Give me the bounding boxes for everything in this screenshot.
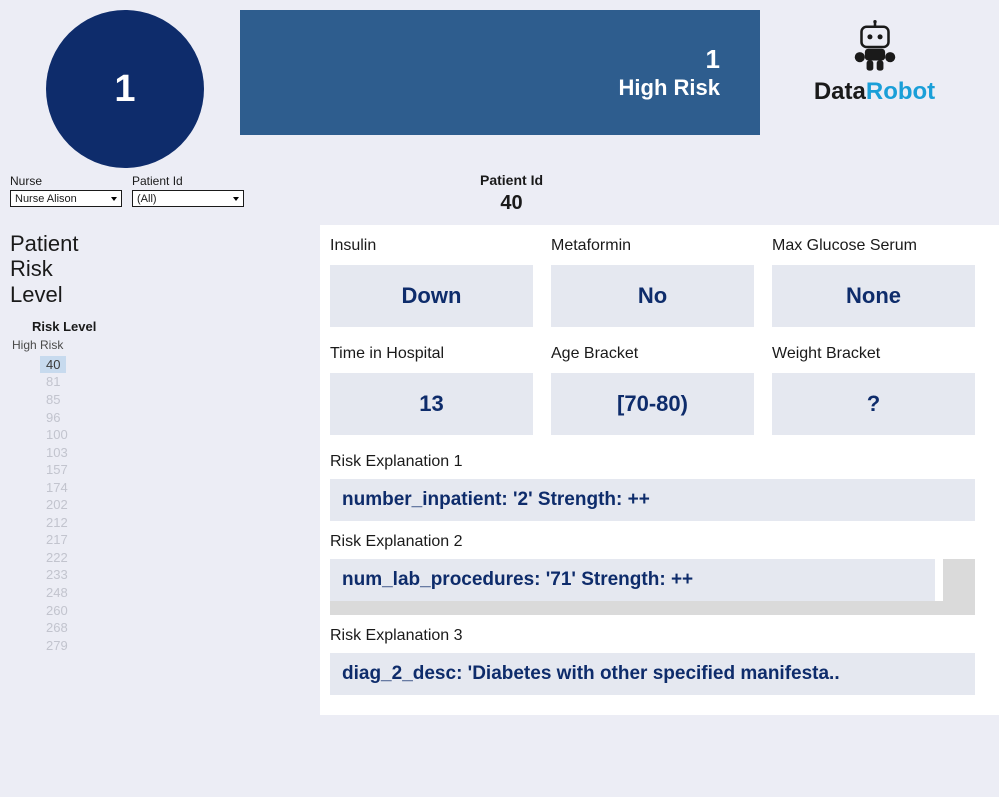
patient-id-item[interactable]: 40: [40, 356, 66, 374]
scrollbar-horizontal[interactable]: [330, 601, 975, 615]
chevron-down-icon: [111, 197, 117, 201]
patient-id-select-value: (All): [137, 193, 157, 205]
metric-value: Down: [330, 265, 533, 327]
metric-card: Insulin Down: [330, 237, 533, 327]
risk-group: High Risk: [12, 338, 310, 352]
patient-id-item[interactable]: 202: [40, 496, 74, 514]
robot-icon: [848, 20, 902, 74]
patient-id-item[interactable]: 85: [40, 391, 66, 409]
metric-label: Age Bracket: [551, 345, 754, 363]
metric-value: [70-80): [551, 373, 754, 435]
patient-id-item[interactable]: 212: [40, 514, 74, 532]
risk-level-label: Risk Level: [32, 319, 310, 334]
patient-id-item[interactable]: 222: [40, 549, 74, 567]
metric-card: Max Glucose Serum None: [772, 237, 975, 327]
logo-text-prefix: Data: [814, 78, 866, 105]
metric-card: Age Bracket [70-80): [551, 345, 754, 435]
metric-card: Weight Bracket?: [772, 345, 975, 435]
metric-label: Weight Bracket: [772, 345, 975, 363]
metric-label: Max Glucose Serum: [772, 237, 975, 255]
patient-id-item[interactable]: 96: [40, 409, 66, 427]
metric-value: 13: [330, 373, 533, 435]
logo: DataRobot: [814, 20, 935, 106]
risk-explanation-2-label: Risk Explanation 2: [330, 533, 975, 551]
patient-id-item[interactable]: 174: [40, 479, 74, 497]
scrollbar-vertical[interactable]: [943, 559, 975, 601]
risk-explanation-3-label: Risk Explanation 3: [330, 627, 975, 645]
banner-label: High Risk: [619, 75, 720, 101]
banner-count: 1: [706, 44, 720, 75]
risk-explanation-2-body: num_lab_procedures: '71' Strength: ++: [330, 559, 935, 601]
patient-id-list: 4081859610010315717420221221722223324826…: [40, 356, 310, 654]
risk-count-value: 1: [114, 68, 135, 111]
risk-explanation-1-body: number_inpatient: '2' Strength: ++: [330, 479, 975, 521]
metric-value: ?: [772, 373, 975, 435]
risk-banner: 1 High Risk: [240, 10, 760, 135]
patient-id-header-label: Patient Id: [480, 172, 543, 188]
risk-explanation-1-label: Risk Explanation 1: [330, 453, 975, 471]
logo-text-suffix: Robot: [866, 78, 935, 105]
section-title: Patient Risk Level: [10, 231, 310, 307]
patient-id-item[interactable]: 217: [40, 531, 74, 549]
risk-explanation-3-body: diag_2_desc: 'Diabetes with other specif…: [330, 653, 975, 695]
metric-card: Time in Hospital 13: [330, 345, 533, 435]
metric-label: Insulin: [330, 237, 533, 255]
patient-id-select[interactable]: (All): [132, 190, 244, 207]
metric-value: None: [772, 265, 975, 327]
metric-card: Metaformin No: [551, 237, 754, 327]
metric-value: No: [551, 265, 754, 327]
nurse-select[interactable]: Nurse Alison: [10, 190, 122, 207]
nurse-select-value: Nurse Alison: [15, 193, 77, 205]
patient-id-item[interactable]: 279: [40, 637, 74, 655]
patient-id-filter-label: Patient Id: [132, 174, 244, 188]
metric-label: Time in Hospital: [330, 345, 533, 363]
metric-label: Metaformin: [551, 237, 754, 255]
patient-id-item[interactable]: 268: [40, 619, 74, 637]
patient-id-item[interactable]: 81: [40, 373, 66, 391]
patient-id-item[interactable]: 157: [40, 461, 74, 479]
patient-id-item[interactable]: 100: [40, 426, 74, 444]
patient-id-header-value: 40: [480, 192, 543, 215]
patient-id-item[interactable]: 233: [40, 566, 74, 584]
risk-count-circle: 1: [46, 10, 204, 168]
patient-id-item[interactable]: 248: [40, 584, 74, 602]
nurse-filter-label: Nurse: [10, 174, 122, 188]
patient-id-item[interactable]: 260: [40, 602, 74, 620]
chevron-down-icon: [233, 197, 239, 201]
patient-id-item[interactable]: 103: [40, 444, 74, 462]
